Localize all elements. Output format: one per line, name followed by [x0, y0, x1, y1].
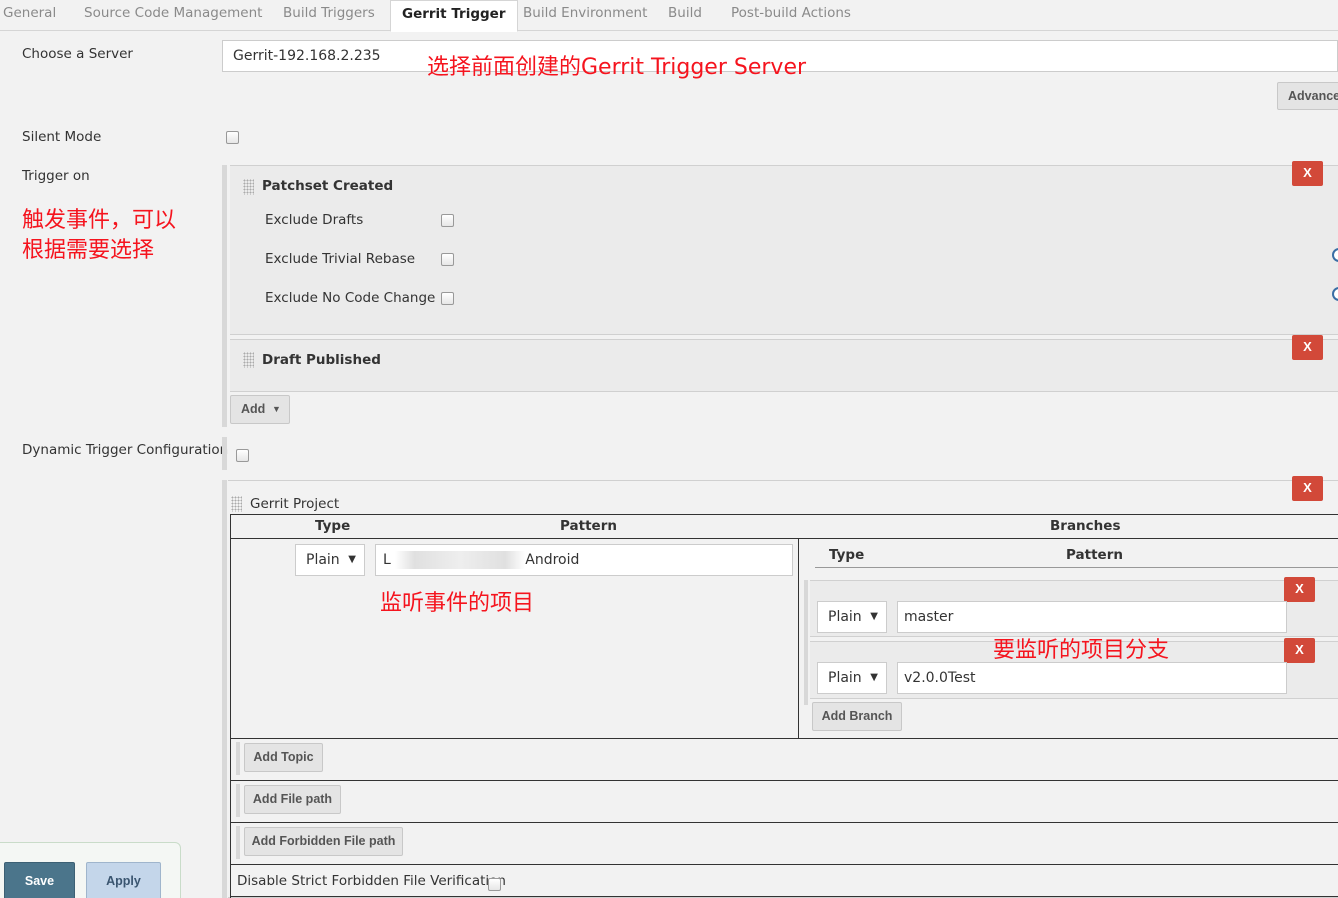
trigger-annotation-line1: 触发事件，可以: [22, 208, 177, 233]
project-type-value: Plain: [306, 552, 340, 568]
project-type-select[interactable]: Plain ▼: [295, 544, 365, 576]
tab-gerrit-trigger[interactable]: Gerrit Trigger: [390, 0, 518, 32]
branch-type-value: Plain: [828, 670, 862, 686]
project-type-header: Type: [315, 518, 351, 534]
divider: [230, 738, 1338, 739]
dynamic-trigger-label: Dynamic Trigger Configuration: [22, 442, 229, 458]
section-bar: [236, 742, 240, 775]
add-branch-button[interactable]: Add Branch: [812, 702, 902, 731]
delete-gerrit-project-button[interactable]: X: [1292, 476, 1323, 501]
exclude-trivial-rebase-label: Exclude Trivial Rebase: [265, 251, 416, 267]
divider: [230, 514, 1338, 515]
project-pattern-end: Android: [525, 552, 580, 568]
trigger-on-label: Trigger on: [22, 168, 90, 184]
section-bar: [236, 784, 240, 817]
add-topic-button[interactable]: Add Topic: [244, 743, 323, 772]
project-pattern-header: Pattern: [560, 518, 617, 534]
save-button[interactable]: Save: [4, 862, 75, 898]
project-annotation: 监听事件的项目: [380, 591, 535, 616]
patchset-created-title: Patchset Created: [262, 178, 394, 194]
tab-source-code-management[interactable]: Source Code Management: [84, 0, 262, 31]
exclude-drafts-checkbox[interactable]: [441, 214, 454, 227]
tab-build[interactable]: Build: [668, 0, 702, 31]
drag-handle-icon[interactable]: [243, 352, 254, 368]
add-forbidden-file-path-button[interactable]: Add Forbidden File path: [244, 827, 403, 856]
delete-patchset-created-button[interactable]: X: [1292, 161, 1323, 186]
gerrit-project-section-bar: [222, 480, 227, 898]
divider: [815, 567, 1338, 568]
divider: [230, 896, 1338, 897]
section-bar: [236, 826, 240, 859]
silent-mode-label: Silent Mode: [22, 129, 102, 145]
project-pattern-input[interactable]: L Android: [375, 544, 793, 576]
tab-general[interactable]: General: [3, 0, 56, 31]
branches-header: Branches: [1050, 518, 1121, 534]
server-annotation: 选择前面创建的Gerrit Trigger Server: [427, 55, 807, 80]
caret-down-icon: ▼: [272, 404, 281, 414]
apply-button[interactable]: Apply: [86, 862, 161, 898]
blurred-region: [395, 551, 526, 569]
branch-type-select[interactable]: Plain ▼: [817, 662, 887, 694]
branch-type-header: Type: [829, 547, 865, 563]
divider: [230, 822, 1338, 823]
server-label: Choose a Server: [22, 46, 133, 62]
draft-published-title: Draft Published: [262, 352, 381, 368]
branch-pattern-input[interactable]: v2.0.0Test: [897, 662, 1287, 694]
add-file-path-button[interactable]: Add File path: [244, 785, 341, 814]
exclude-trivial-rebase-checkbox[interactable]: [441, 253, 454, 266]
divider: [798, 538, 799, 738]
project-pattern-start: L: [383, 552, 391, 568]
tab-build-environment[interactable]: Build Environment: [523, 0, 647, 31]
draft-published-panel: [230, 339, 1338, 392]
tab-build-triggers[interactable]: Build Triggers: [283, 0, 375, 31]
tab-bar: General Source Code Management Build Tri…: [0, 0, 1338, 32]
exclude-drafts-label: Exclude Drafts: [265, 212, 364, 228]
patchset-created-panel: [230, 165, 1338, 335]
branch-pattern-input[interactable]: master: [897, 601, 1287, 633]
branch-annotation: 要监听的项目分支: [993, 638, 1170, 663]
divider: [230, 864, 1338, 865]
tab-post-build-actions[interactable]: Post-build Actions: [731, 0, 851, 31]
silent-mode-checkbox[interactable]: [226, 131, 239, 144]
trigger-section-bar: [222, 165, 227, 427]
divider: [230, 538, 1338, 539]
branches-section-bar: [804, 580, 808, 705]
exclude-no-code-change-label: Exclude No Code Change: [265, 290, 436, 306]
divider: [230, 514, 231, 898]
caret-down-icon: ▼: [870, 611, 878, 622]
caret-down-icon: ▼: [348, 554, 356, 565]
disable-strict-label: Disable Strict Forbidden File Verificati…: [237, 873, 506, 889]
advanced-button[interactable]: Advance: [1277, 82, 1338, 110]
branch-type-value: Plain: [828, 609, 862, 625]
drag-handle-icon[interactable]: [231, 496, 242, 512]
delete-branch-button[interactable]: X: [1284, 638, 1315, 663]
delete-draft-published-button[interactable]: X: [1292, 335, 1323, 360]
gerrit-project-title: Gerrit Project: [250, 496, 340, 512]
dynamic-section-bar: [222, 437, 227, 470]
exclude-no-code-change-checkbox[interactable]: [441, 292, 454, 305]
branch-type-select[interactable]: Plain ▼: [817, 601, 887, 633]
dynamic-trigger-checkbox[interactable]: [236, 449, 249, 462]
branch-pattern-header: Pattern: [1066, 547, 1123, 563]
disable-strict-checkbox[interactable]: [488, 878, 501, 891]
divider: [230, 780, 1338, 781]
add-trigger-label: Add: [241, 402, 266, 416]
caret-down-icon: ▼: [870, 672, 878, 683]
add-trigger-button[interactable]: Add ▼: [230, 395, 290, 424]
drag-handle-icon[interactable]: [243, 179, 254, 195]
trigger-annotation-line2: 根据需要选择: [22, 238, 155, 263]
delete-branch-button[interactable]: X: [1284, 577, 1315, 602]
